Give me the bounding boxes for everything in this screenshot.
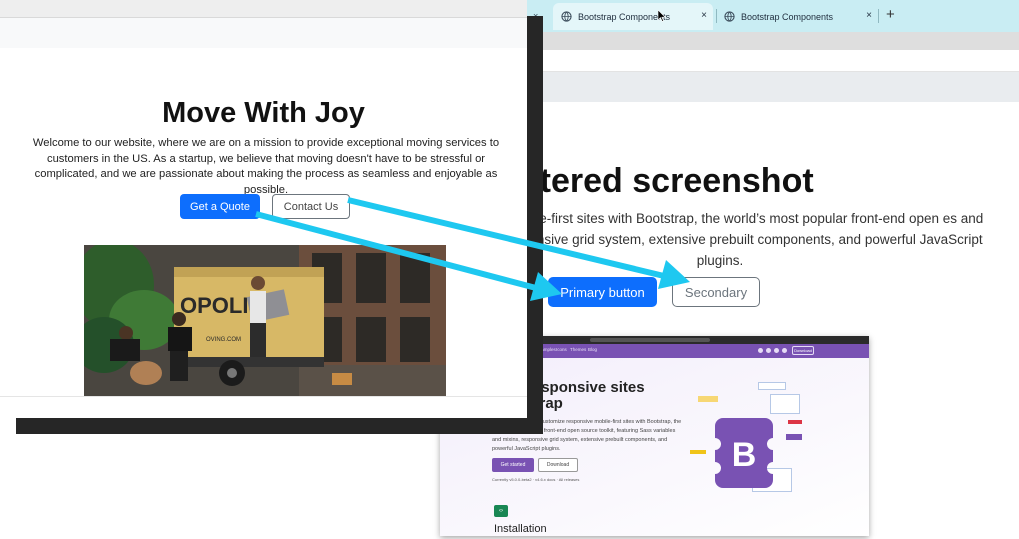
move-with-joy-window: Move With Joy Welcome to our website, wh… — [0, 0, 527, 418]
mock-ui-card — [770, 394, 800, 414]
bootstrap-logo-icon: B — [715, 418, 773, 488]
mock-ui-chip — [788, 420, 802, 424]
tab-label: Bootstrap Components — [578, 11, 671, 22]
globe-icon — [724, 11, 735, 22]
code-icon: ‹› — [494, 505, 508, 517]
preview-nav-item: Themes — [570, 347, 587, 352]
preview-get-started-button: Get started — [492, 458, 534, 472]
mock-ui-chip — [698, 396, 718, 402]
tab-bootstrap-components-2[interactable]: Bootstrap Components × — [718, 3, 878, 30]
primary-button[interactable]: Primary button — [548, 277, 657, 307]
preview-installation-heading: Installation — [494, 523, 547, 535]
opencollective-icon — [782, 348, 787, 353]
window-divider — [0, 396, 527, 397]
twitter-icon — [766, 348, 771, 353]
new-tab-button[interactable]: + — [886, 6, 895, 23]
tab-separator — [878, 9, 879, 23]
preview-download-button: Download — [792, 346, 814, 355]
hero-title: Move With Joy — [162, 97, 365, 129]
mock-ui-chip — [690, 450, 706, 454]
globe-icon — [561, 11, 572, 22]
contact-us-button[interactable]: Contact Us — [272, 194, 350, 219]
svg-text:OVING.COM: OVING.COM — [206, 337, 241, 343]
preview-download-button-2: Download — [538, 458, 578, 472]
close-tab-icon[interactable]: × — [866, 10, 872, 21]
tab-separator — [716, 9, 717, 23]
preview-version-text: Currently v5.0.0-beta2 · v4.6.x docs · A… — [492, 477, 580, 482]
movers-truck-photo: OPOLIS OVING.COM — [84, 245, 446, 396]
svg-text:B: B — [732, 436, 757, 474]
window-top-bar — [0, 0, 527, 18]
site-navbar — [0, 18, 527, 48]
hero-lead-text: Welcome to our website, where we are on … — [32, 137, 500, 196]
get-a-quote-button[interactable]: Get a Quote — [180, 194, 260, 219]
tab-bootstrap-components-1[interactable]: Bootstrap Components × — [553, 3, 713, 30]
tab-label: Bootstrap Components — [741, 11, 834, 22]
movers-truck-illustration: OPOLIS OVING.COM — [84, 245, 446, 396]
preview-nav-item: Icons — [556, 347, 567, 352]
close-tab-icon[interactable]: × — [701, 10, 707, 21]
github-icon — [758, 348, 763, 353]
mock-ui-card — [758, 382, 786, 390]
mock-ui-chip — [786, 434, 802, 440]
slack-icon — [774, 348, 779, 353]
secondary-button[interactable]: Secondary — [672, 277, 760, 307]
mouse-cursor-icon — [658, 10, 666, 22]
page-heading: entered screenshot — [500, 162, 814, 200]
preview-nav-item: Blog — [588, 347, 598, 352]
